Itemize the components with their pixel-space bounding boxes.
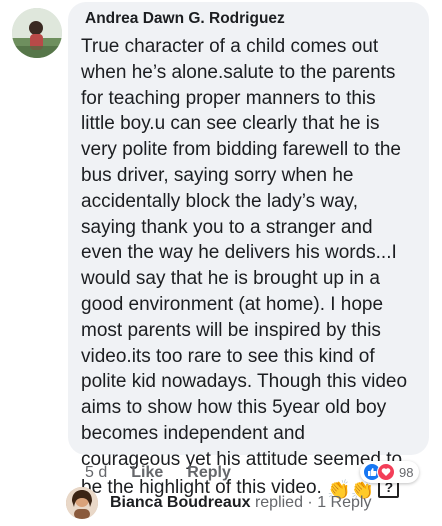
reply-count-link[interactable]: 1 Reply — [317, 494, 371, 511]
comment-line: for teaching proper manners to this — [81, 87, 376, 109]
comment-line: would say that he is brought up in a — [81, 268, 380, 290]
comment-line: most parents will be inspired by this — [81, 319, 381, 341]
comment-line: True character of a child comes out — [81, 36, 379, 57]
comment-line: video.its too rare to see this kind of — [81, 345, 375, 367]
replied-label: replied — [254, 494, 303, 511]
comment-line: even the way he delivers his words...I — [81, 242, 397, 264]
comment-line: very polite from bidding farewell to the — [81, 139, 401, 161]
comment-line: saying thank you to a stranger and — [81, 216, 373, 238]
comment-line: polite kid nowadays. Though this video — [81, 371, 408, 393]
comment-author-name[interactable]: Andrea Dawn G. Rodriguez — [85, 10, 285, 28]
replies-preview[interactable]: Bianca Boudreaux replied · 1 Reply — [66, 487, 371, 519]
comment-body: True character of a child comes out when… — [81, 34, 415, 506]
commenter-avatar[interactable] — [12, 8, 62, 58]
reaction-count: 98 — [399, 464, 414, 480]
comment-line: good environment (at home). I hope — [81, 293, 384, 315]
comment-line: bus driver, saying sorry when he — [81, 164, 354, 186]
comment-line: little boy.u can see clearly that he is — [81, 113, 380, 135]
comment-line: accidentally block the lady’s way, — [81, 190, 359, 212]
heart-icon — [377, 463, 395, 481]
reactions-summary[interactable]: 98 — [360, 461, 420, 483]
replier-avatar[interactable] — [66, 487, 98, 519]
comment-actions: 5 d Like Reply — [85, 464, 231, 482]
replies-summary[interactable]: Bianca Boudreaux replied · 1 Reply — [110, 494, 371, 512]
comment-line: becomes independent and — [81, 422, 305, 444]
comment-timestamp[interactable]: 5 d — [85, 464, 107, 482]
replier-name: Bianca Boudreaux — [110, 494, 251, 511]
like-button[interactable]: Like — [131, 464, 163, 482]
profile-photo-icon — [66, 487, 98, 519]
reply-button[interactable]: Reply — [187, 464, 231, 482]
separator-dot: · — [307, 494, 313, 511]
comment-line: aims to show how this 5year old boy — [81, 397, 387, 419]
comment-line: when he’s alone.salute to the parents — [81, 61, 396, 83]
profile-photo-icon — [12, 8, 62, 58]
